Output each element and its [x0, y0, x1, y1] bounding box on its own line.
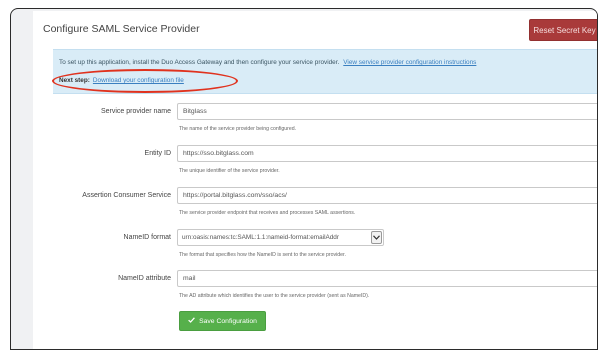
window-frame: Configure SAML Service Provider Reset Se…: [10, 8, 598, 350]
service-provider-name-input[interactable]: Bitglass: [177, 103, 597, 120]
chevron-down-icon[interactable]: [371, 231, 382, 244]
nameid-attribute-help: The AD attribute which identifies the us…: [179, 293, 370, 299]
acs-help: The service provider endpoint that recei…: [179, 210, 356, 216]
nameid-attribute-label: NameID attribute: [118, 275, 171, 282]
check-icon: [188, 317, 195, 325]
setup-info-alert: To set up this application, install the …: [53, 49, 597, 94]
acs-input[interactable]: https://portal.bitglass.com/sso/acs/: [177, 187, 597, 204]
nameid-format-select[interactable]: urn:oasis:names:tc:SAML:1.1:nameid-forma…: [177, 229, 384, 246]
entity-id-input[interactable]: https://sso.bitglass.com: [177, 145, 597, 162]
saml-config-panel: Configure SAML Service Provider Reset Se…: [33, 11, 597, 349]
acs-label: Assertion Consumer Service: [82, 192, 171, 199]
entity-id-help: The unique identifier of the service pro…: [179, 168, 280, 174]
next-step: Next step: Download your configuration fi…: [59, 77, 184, 84]
service-provider-name-help: The name of the service provider being c…: [179, 126, 297, 132]
nameid-format-selected-value: urn:oasis:names:tc:SAML:1.1:nameid-forma…: [182, 234, 339, 241]
panel-header: Configure SAML Service Provider Reset Se…: [33, 11, 597, 45]
setup-instructions-text: To set up this application, install the …: [59, 59, 340, 66]
download-config-link[interactable]: Download your configuration file: [93, 77, 184, 84]
nameid-format-help: The format that specifies how the NameID…: [179, 252, 346, 258]
save-configuration-button[interactable]: Save Configuration: [179, 311, 266, 331]
nameid-format-label: NameID format: [123, 234, 171, 241]
setup-instructions: To set up this application, install the …: [59, 59, 476, 66]
nameid-attribute-input[interactable]: mail: [177, 270, 597, 287]
entity-id-label: Entity ID: [144, 150, 171, 157]
next-step-label: Next step:: [59, 77, 90, 84]
reset-secret-key-button[interactable]: Reset Secret Key: [529, 19, 597, 41]
view-instructions-link[interactable]: View service provider configuration inst…: [343, 59, 476, 66]
page-title: Configure SAML Service Provider: [43, 23, 200, 35]
service-provider-name-label: Service provider name: [100, 108, 171, 115]
save-configuration-label: Save Configuration: [199, 317, 257, 325]
